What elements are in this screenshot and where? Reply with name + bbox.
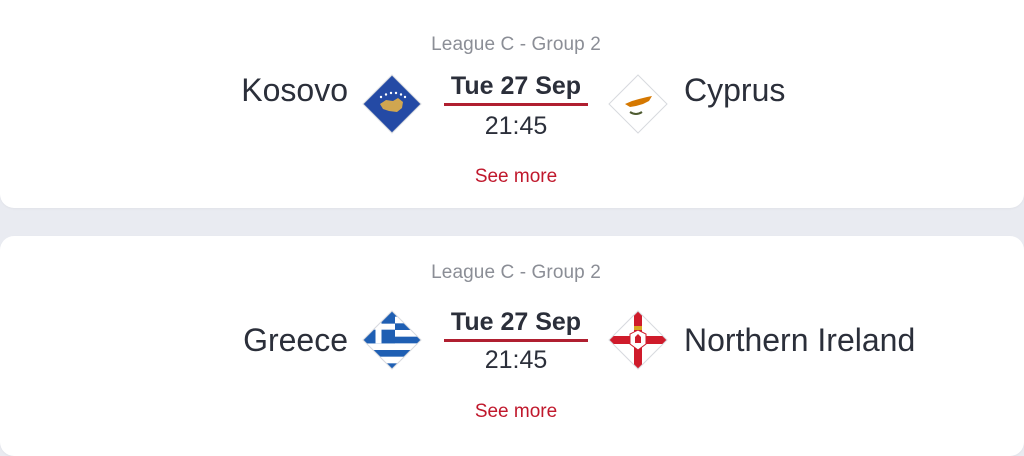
greece-flag-icon [362,310,422,370]
cyprus-flag-icon [608,74,668,134]
match-card[interactable]: League C - Group 2 Greece Tue 27 Sep 21:… [0,236,1024,456]
home-team-name[interactable]: Kosovo [48,72,348,109]
match-group-label: League C - Group 2 [431,34,601,55]
home-team-name[interactable]: Greece [48,322,348,359]
away-team-name[interactable]: Northern Ireland [684,322,915,359]
match-date: Tue 27 Sep [450,72,582,100]
date-underline [444,103,588,106]
kosovo-flag-icon [362,74,422,134]
match-group-label: League C - Group 2 [431,262,601,283]
away-team-name[interactable]: Cyprus [684,72,785,109]
match-date: Tue 27 Sep [450,308,582,336]
match-time: 21:45 [484,346,548,374]
match-time: 21:45 [484,112,548,140]
see-more-link[interactable]: See more [0,166,1024,188]
date-underline [444,339,588,342]
northern-ireland-flag-icon [608,310,668,370]
match-card[interactable]: League C - Group 2 Kosovo Tue 27 Sep 21:… [0,0,1024,208]
see-more-link[interactable]: See more [0,401,1024,423]
